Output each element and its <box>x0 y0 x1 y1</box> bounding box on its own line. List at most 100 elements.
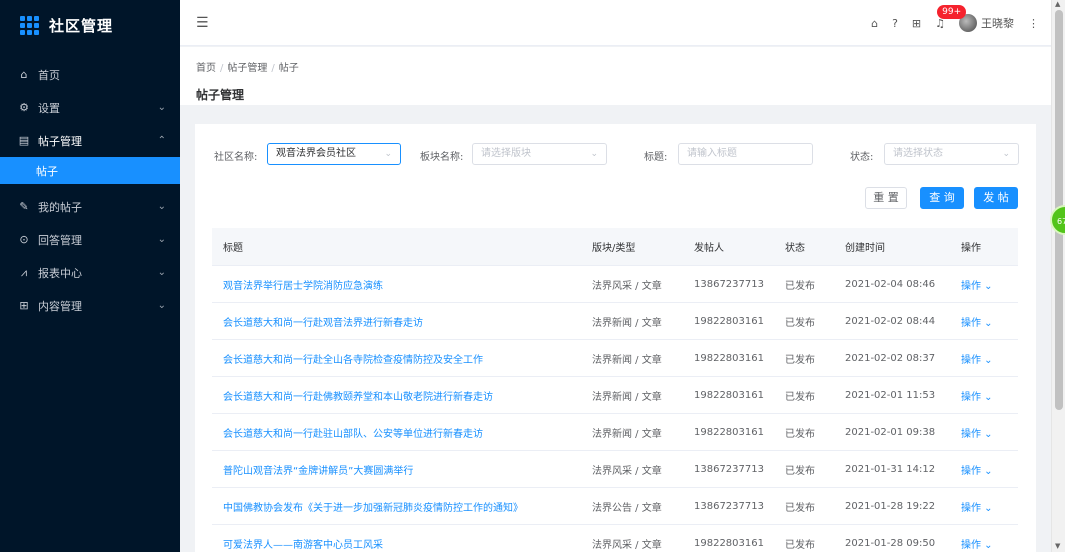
list-icon: ▤ <box>18 134 30 147</box>
table-row: 中国佛教协会发布《关于进一步加强新冠肺炎疫情防控工作的通知》 法界公告 / 文章 1… <box>212 488 1018 525</box>
notification-bell[interactable]: ♫ 99+ <box>935 4 967 30</box>
title-label: 标题: <box>644 152 668 163</box>
row-actions-dropdown[interactable]: 操作 ⌄ <box>961 462 1018 477</box>
post-section: 法界风采 / 文章 <box>592 280 662 292</box>
sidebar-item-home[interactable]: ⌂ 首页 <box>0 58 180 91</box>
post-title-link[interactable]: 会长道慈大和尚一行赴全山各寺院检查疫情防控及安全工作 <box>212 351 592 366</box>
reset-button[interactable]: 重 置 <box>865 187 907 209</box>
query-button[interactable]: 查 询 <box>920 187 964 209</box>
row-actions-dropdown[interactable]: 操作 ⌄ <box>961 425 1018 440</box>
post-status: 已发布 <box>785 317 815 329</box>
section-select[interactable]: 请选择版块 ⌄ <box>472 143 607 165</box>
row-actions-dropdown[interactable]: 操作 ⌄ <box>961 536 1018 551</box>
breadcrumb-separator: / <box>220 63 224 74</box>
scroll-up-icon[interactable]: ▲ <box>1055 0 1060 8</box>
breadcrumb-separator: / <box>271 63 275 74</box>
table-row: 会长道慈大和尚一行赴驻山部队、公安等单位进行新春走访 法界新闻 / 文章 19822… <box>212 414 1018 451</box>
sidebar-item-content-management[interactable]: ⊞ 内容管理 ⌄ <box>0 289 180 322</box>
menu-fold-icon[interactable]: ☰ <box>196 15 209 31</box>
post-created-at: 2021-01-28 09:50 <box>845 537 936 549</box>
section-label: 板块名称: <box>420 152 464 163</box>
post-author: 19822803161 <box>694 537 764 549</box>
scroll-down-icon[interactable]: ▼ <box>1055 542 1060 550</box>
sidebar: 社区管理 ⌂ 首页 ⚙ 设置 ⌄ ▤ 帖子管理 ⌃ 帖子 ✎ 我的帖子 ⌄ ⊙ … <box>0 0 180 552</box>
page-title: 帖子管理 <box>196 88 245 102</box>
post-created-at: 2021-02-04 08:46 <box>845 278 936 290</box>
post-section: 法界新闻 / 文章 <box>592 391 662 403</box>
table-row: 会长道慈大和尚一行赴佛教颐养堂和本山敬老院进行新春走访 法界新闻 / 文章 1982… <box>212 377 1018 414</box>
user-menu[interactable]: 王晓黎 <box>959 14 1014 32</box>
page-scrollbar[interactable]: ▲ ▼ <box>1051 0 1065 552</box>
post-title-link[interactable]: 观音法界举行居士学院消防应急演练 <box>212 277 592 292</box>
post-created-at: 2021-02-02 08:37 <box>845 352 936 364</box>
status-label: 状态: <box>850 152 874 163</box>
sidebar-item-my-posts[interactable]: ✎ 我的帖子 ⌄ <box>0 190 180 223</box>
row-actions-dropdown[interactable]: 操作 ⌄ <box>961 388 1018 403</box>
breadcrumb-post-management[interactable]: 帖子管理 <box>227 63 267 74</box>
post-section: 法界公告 / 文章 <box>592 502 662 514</box>
column-header-status: 状态 <box>785 243 805 254</box>
row-actions-dropdown[interactable]: 操作 ⌄ <box>961 314 1018 329</box>
sidebar-item-label: 我的帖子 <box>38 200 82 214</box>
post-author: 19822803161 <box>694 389 764 401</box>
more-vertical-icon[interactable]: ⋮ <box>1028 17 1039 30</box>
row-actions-dropdown[interactable]: 操作 ⌄ <box>961 277 1018 292</box>
apps-icon[interactable]: ⊞ <box>912 17 921 30</box>
section-select-placeholder: 请选择版块 <box>481 148 531 159</box>
gear-icon: ⚙ <box>19 101 29 114</box>
page-header: 首页 / 帖子管理 / 帖子 帖子管理 <box>180 47 1051 105</box>
posts-table: 标题 版块/类型 发帖人 状态 创建时间 操作 观音法界举行居士学院消防应急演练… <box>212 228 1018 552</box>
post-title-link[interactable]: 会长道慈大和尚一行赴观音法界进行新春走访 <box>212 314 592 329</box>
row-actions-dropdown[interactable]: 操作 ⌄ <box>961 351 1018 366</box>
post-status: 已发布 <box>785 465 815 477</box>
column-header-author: 发帖人 <box>694 243 724 254</box>
top-right-tools: ⌂ ? ⊞ ♫ 99+ 王晓黎 ⋮ <box>871 0 1039 46</box>
post-title-link[interactable]: 中国佛教协会发布《关于进一步加强新冠肺炎疫情防控工作的通知》 <box>212 499 592 514</box>
new-post-button[interactable]: 发 帖 <box>974 187 1018 209</box>
post-status: 已发布 <box>785 428 815 440</box>
post-title-link[interactable]: 会长道慈大和尚一行赴驻山部队、公安等单位进行新春走访 <box>212 425 592 440</box>
column-header-section: 版块/类型 <box>592 243 636 254</box>
sidebar-menu: ⌂ 首页 ⚙ 设置 ⌄ ▤ 帖子管理 ⌃ 帖子 ✎ 我的帖子 ⌄ ⊙ 回答管理 … <box>0 58 180 322</box>
sidebar-item-post-management[interactable]: ▤ 帖子管理 ⌃ <box>0 124 180 157</box>
location-icon: ⊙ <box>19 233 29 246</box>
post-created-at: 2021-02-02 08:44 <box>845 315 936 327</box>
chevron-down-icon: ⌄ <box>157 300 166 311</box>
sidebar-item-settings[interactable]: ⚙ 设置 ⌄ <box>0 91 180 124</box>
row-actions-dropdown[interactable]: 操作 ⌄ <box>961 499 1018 514</box>
post-title-link[interactable]: 普陀山观音法界“金牌讲解员”大赛圆满举行 <box>212 462 592 477</box>
post-title-link[interactable]: 会长道慈大和尚一行赴佛教颐养堂和本山敬老院进行新春走访 <box>212 388 592 403</box>
sidebar-item-label: 内容管理 <box>38 299 82 313</box>
chevron-down-icon: ⌄ <box>1002 149 1010 159</box>
chevron-down-icon: ⌄ <box>157 234 166 245</box>
post-author: 19822803161 <box>694 426 764 438</box>
status-select-placeholder: 请选择状态 <box>893 148 943 159</box>
title-input[interactable]: 请输入标题 <box>678 143 813 165</box>
post-status: 已发布 <box>785 280 815 292</box>
notification-badge: 99+ <box>937 4 967 19</box>
post-title-link[interactable]: 可爱法界人——南游客中心员工风采 <box>212 536 592 551</box>
sidebar-item-label: 帖子管理 <box>38 134 82 148</box>
post-created-at: 2021-02-01 09:38 <box>845 426 936 438</box>
filter-bar: 社区名称: 观音法界会员社区 ⌄ 板块名称: 请选择版块 ⌄ 标题: 请输入标题… <box>195 143 1036 167</box>
post-section: 法界新闻 / 文章 <box>592 354 662 366</box>
sidebar-subitem-posts[interactable]: 帖子 <box>0 157 180 184</box>
title-input-placeholder: 请输入标题 <box>687 148 737 159</box>
breadcrumb-home[interactable]: 首页 <box>196 63 216 74</box>
sidebar-item-report-center[interactable]: ⩘ 报表中心 ⌄ <box>0 256 180 289</box>
chevron-up-icon: ⌃ <box>157 135 166 146</box>
post-section: 法界新闻 / 文章 <box>592 428 662 440</box>
app-title: 社区管理 <box>49 16 114 35</box>
chevron-down-icon: ⌄ <box>384 149 392 159</box>
sidebar-item-answer-management[interactable]: ⊙ 回答管理 ⌄ <box>0 223 180 256</box>
community-select[interactable]: 观音法界会员社区 ⌄ <box>267 143 401 165</box>
post-section: 法界新闻 / 文章 <box>592 317 662 329</box>
home-icon[interactable]: ⌂ <box>871 17 878 30</box>
community-select-value: 观音法界会员社区 <box>276 148 356 159</box>
column-header-created: 创建时间 <box>845 243 885 254</box>
app-logo[interactable]: 社区管理 <box>0 0 180 50</box>
chart-icon: ⩘ <box>20 265 28 279</box>
grid-icon: ⊞ <box>19 299 29 312</box>
help-icon[interactable]: ? <box>892 17 898 30</box>
status-select[interactable]: 请选择状态 ⌄ <box>884 143 1019 165</box>
